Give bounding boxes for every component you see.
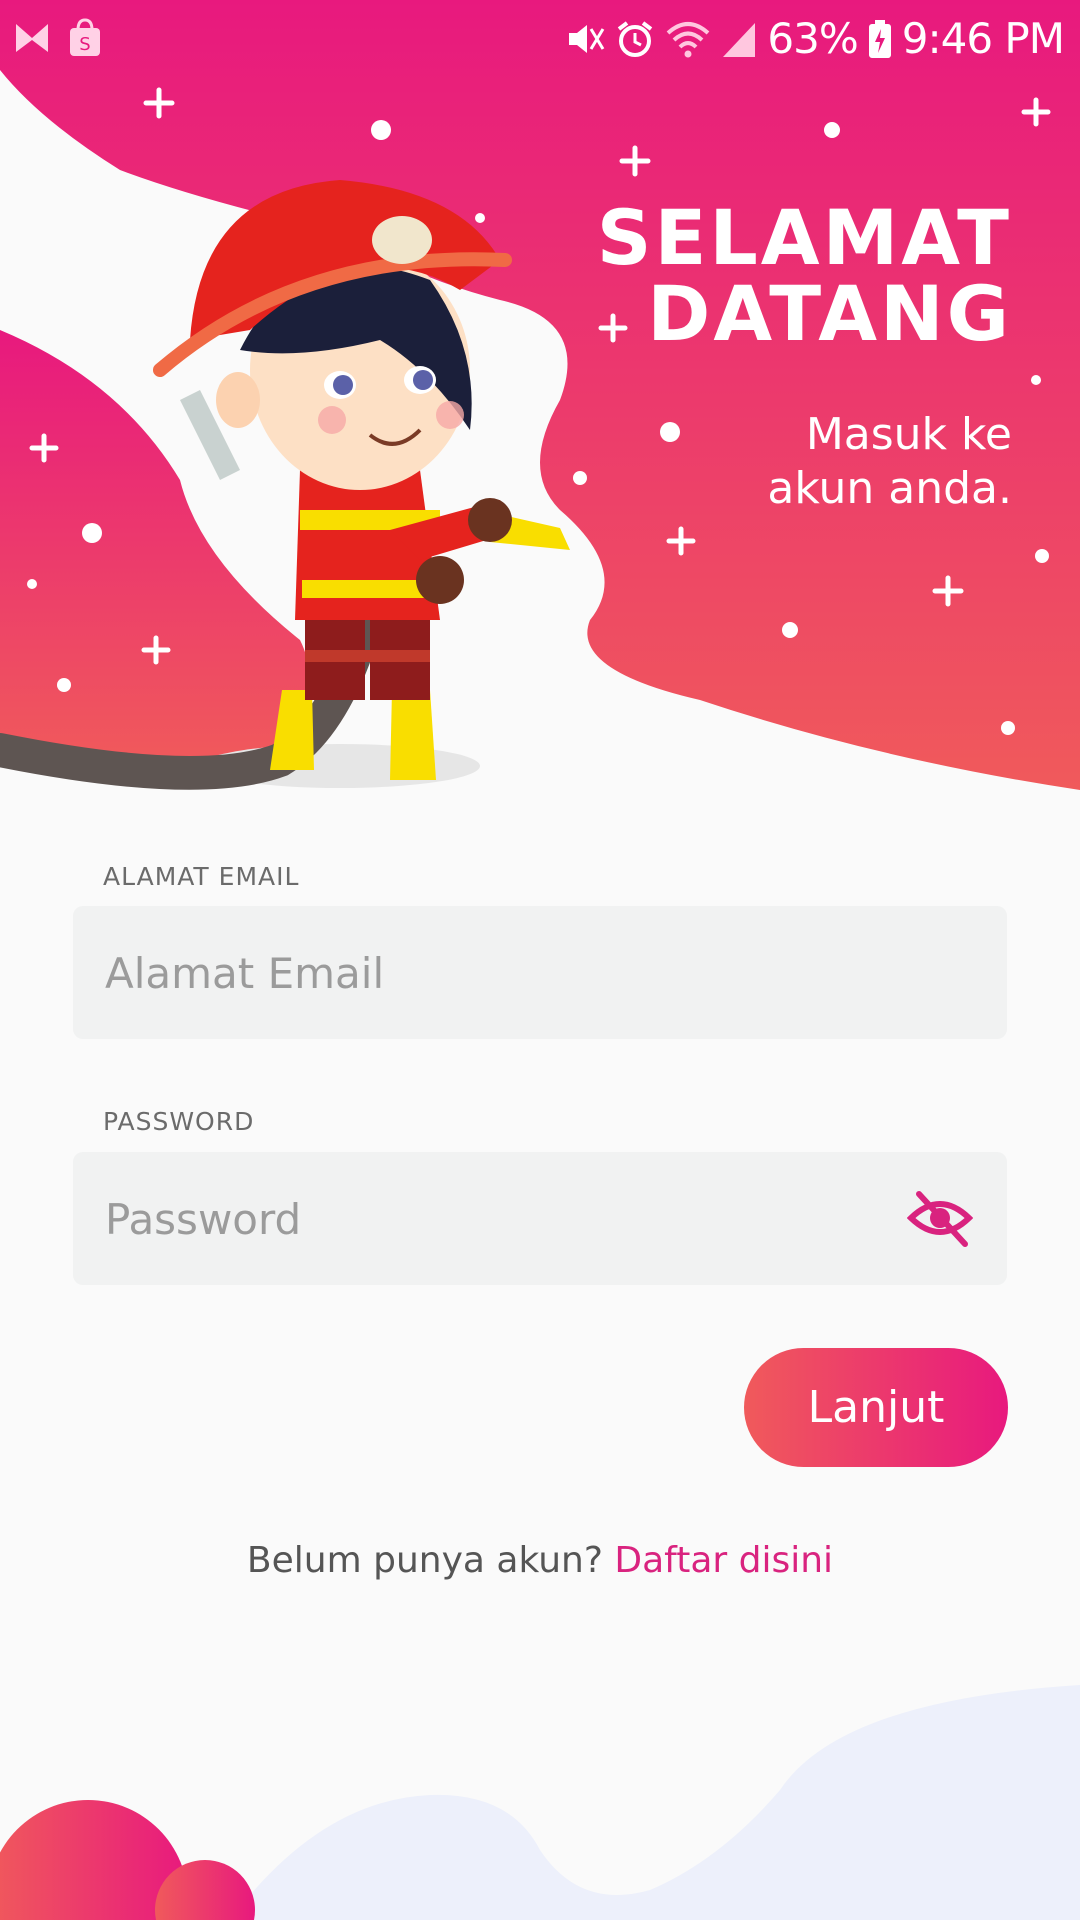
email-field-container — [73, 906, 1007, 1041]
password-input[interactable] — [103, 1152, 927, 1287]
password-label: PASSWORD — [103, 1107, 255, 1136]
wifi-icon — [667, 21, 710, 57]
continue-button[interactable]: Lanjut — [744, 1348, 1008, 1467]
battery-percentage: 63% — [767, 14, 858, 63]
mute-icon — [569, 24, 605, 53]
welcome-subtitle: Masuk ke akun anda. — [767, 409, 1012, 514]
signal-icon — [723, 22, 756, 57]
app-icon — [16, 24, 48, 52]
alarm-icon — [618, 20, 653, 57]
signup-link[interactable]: Daftar disini — [614, 1540, 833, 1581]
welcome-title: SELAMAT DATANG — [596, 193, 1012, 358]
status-bar: S 63% 9:46 PM — [0, 0, 1080, 76]
signup-prompt: Belum punya akun? — [246, 1540, 603, 1581]
shopee-icon: S — [70, 18, 100, 56]
email-label: ALAMAT EMAIL — [103, 862, 300, 891]
clock: 9:46 PM — [901, 14, 1065, 63]
battery-charging-icon — [868, 19, 891, 58]
eye-off-icon[interactable] — [907, 1188, 973, 1248]
footer-decoration — [0, 1685, 1080, 1920]
svg-text:S: S — [79, 34, 90, 55]
email-input[interactable] — [103, 906, 927, 1041]
firefighter-illustration — [0, 180, 570, 790]
password-field-container — [73, 1152, 1007, 1287]
signup-row: Belum punya akun? Daftar disini — [0, 1540, 1080, 1581]
